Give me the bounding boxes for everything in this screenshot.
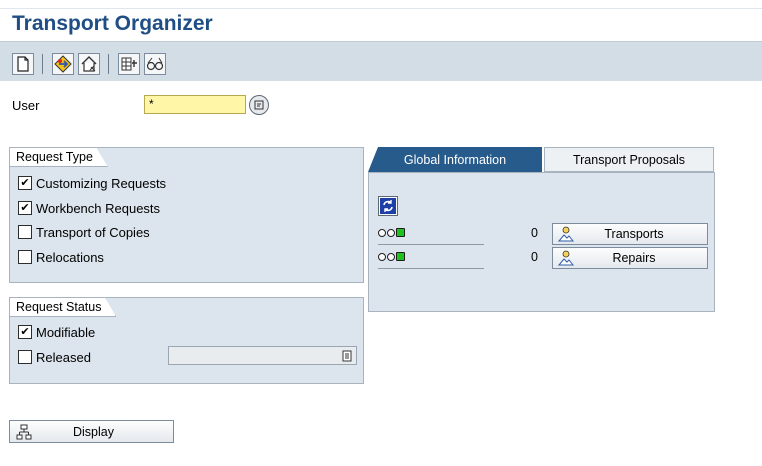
- request-status-title: Request Status: [9, 297, 116, 317]
- refresh-icon[interactable]: [378, 196, 398, 216]
- transports-button-label: Transports: [604, 227, 664, 241]
- checkbox-label: Released: [36, 349, 91, 365]
- transport-diamond-icon[interactable]: [52, 53, 74, 75]
- request-type-title: Request Type: [9, 147, 108, 167]
- checkbox-label: Workbench Requests: [36, 200, 161, 216]
- toolbar-separator: [42, 54, 43, 74]
- dropdown-icon[interactable]: [342, 350, 352, 362]
- transports-row: 0 Transports: [378, 223, 708, 245]
- checkbox-unchecked-icon[interactable]: [18, 250, 32, 264]
- checkbox-checked-icon[interactable]: ✔: [18, 201, 32, 215]
- house-icon[interactable]: [78, 53, 100, 75]
- transports-button[interactable]: Transports: [552, 223, 708, 245]
- user-input[interactable]: *: [144, 95, 246, 114]
- checkbox-checked-icon[interactable]: ✔: [18, 176, 32, 190]
- user-label: User: [12, 98, 40, 113]
- value-help-icon[interactable]: [249, 95, 269, 115]
- person-mountain-icon: [553, 250, 579, 266]
- new-document-icon[interactable]: [12, 53, 34, 75]
- checkbox-unchecked-icon[interactable]: [18, 350, 32, 364]
- transports-count: 0: [531, 226, 538, 240]
- released-checkbox[interactable]: Released: [18, 348, 91, 366]
- repairs-count: 0: [531, 250, 538, 264]
- repairs-button[interactable]: Repairs: [552, 247, 708, 269]
- toolbar-separator: [108, 54, 109, 74]
- repairs-button-label: Repairs: [612, 251, 656, 265]
- workbench-requests-checkbox[interactable]: ✔ Workbench Requests: [18, 199, 160, 217]
- tab-transport-proposals[interactable]: Transport Proposals: [544, 147, 714, 172]
- display-button[interactable]: Display: [9, 420, 174, 443]
- tab-global-information[interactable]: Global Information: [368, 147, 542, 172]
- application-toolbar: [0, 41, 762, 81]
- row-divider: [378, 268, 484, 269]
- traffic-light-icon: [378, 228, 405, 237]
- checkbox-label: Relocations: [36, 249, 104, 265]
- title-divider: [0, 8, 762, 9]
- relocations-checkbox[interactable]: Relocations: [18, 248, 104, 266]
- checkbox-label: Modifiable: [36, 324, 96, 340]
- repairs-row: 0 Repairs: [378, 247, 708, 269]
- glasses-icon[interactable]: [144, 53, 166, 75]
- traffic-light-icon: [378, 252, 405, 261]
- table-settings-icon[interactable]: [118, 53, 140, 75]
- transport-of-copies-checkbox[interactable]: Transport of Copies: [18, 223, 150, 241]
- checkbox-unchecked-icon[interactable]: [18, 225, 32, 239]
- request-type-group: Request Type ✔ Customizing Requests ✔ Wo…: [9, 147, 364, 283]
- page-title: Transport Organizer: [12, 12, 213, 35]
- customizing-requests-checkbox[interactable]: ✔ Customizing Requests: [18, 174, 166, 192]
- global-information-panel: 0 Transports 0 Repairs: [368, 172, 715, 312]
- hierarchy-icon: [10, 424, 38, 440]
- row-divider: [378, 244, 484, 245]
- person-mountain-icon: [553, 226, 579, 242]
- display-button-label: Display: [73, 424, 114, 439]
- checkbox-label: Customizing Requests: [36, 175, 167, 191]
- released-date-select[interactable]: [168, 346, 357, 365]
- checkbox-label: Transport of Copies: [36, 224, 150, 240]
- modifiable-checkbox[interactable]: ✔ Modifiable: [18, 323, 95, 341]
- request-status-group: Request Status ✔ Modifiable Released: [9, 297, 364, 384]
- checkbox-checked-icon[interactable]: ✔: [18, 325, 32, 339]
